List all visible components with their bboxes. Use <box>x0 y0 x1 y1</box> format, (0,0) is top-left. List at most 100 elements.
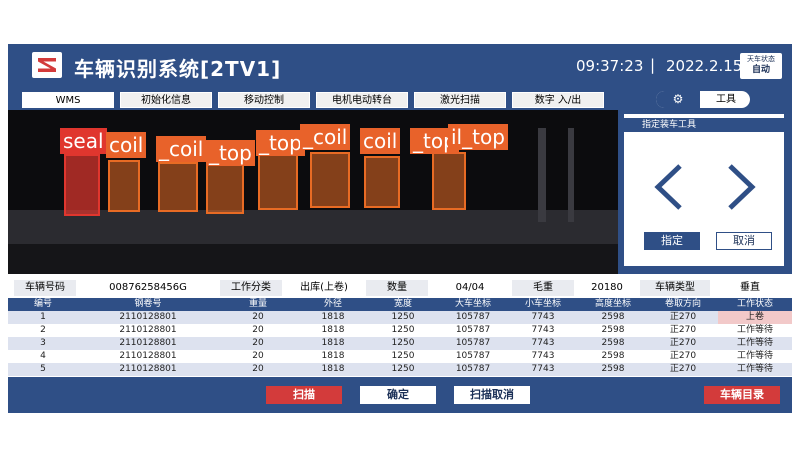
vehicle-no-label: 车辆号码 <box>14 280 76 296</box>
column-header: 大车坐标 <box>454 299 491 309</box>
cell-crane-x: 105787 <box>455 338 491 348</box>
cell-status: 上卷 <box>718 311 792 324</box>
header-separator: | <box>650 56 656 74</box>
cell-height: 2598 <box>601 325 625 335</box>
cell-weight: 20 <box>252 364 264 374</box>
cell-height: 2598 <box>601 364 625 374</box>
column-header: 外径 <box>323 299 342 309</box>
column-header: 卷取方向 <box>664 299 701 309</box>
gross-value: 20180 <box>576 280 638 296</box>
cancel-button[interactable]: 取消 <box>716 232 772 250</box>
cell-weight: 20 <box>252 351 264 361</box>
tab-laser-scan[interactable]: 激光扫描 <box>414 92 506 108</box>
cell-coil-no: 2110128801 <box>119 364 177 374</box>
detection-box-coil <box>158 162 198 212</box>
vehicle-list-button[interactable]: 车辆目录 <box>704 386 780 404</box>
cell-direction: 正270 <box>669 338 697 348</box>
table-header: 编号 钢卷号 重量 外径 宽度 大车坐标 小车坐标 高度坐标 卷取方向 工作状态 <box>8 298 792 311</box>
tab-digital-io[interactable]: 数字 入/出 <box>512 92 604 108</box>
table-row[interactable]: 5 2110128801 20 1818 1250 105787 7743 2598 正270 工… <box>8 363 792 376</box>
detection-label: _coil <box>300 124 351 150</box>
table-row[interactable]: 3 2110128801 20 1818 1250 105787 7743 2598 正270 工… <box>8 337 792 350</box>
chevron-left-icon[interactable] <box>654 164 684 210</box>
detection-label: il_top <box>448 124 508 150</box>
detection-box-top <box>206 164 244 214</box>
cell-weight: 20 <box>252 338 264 348</box>
cell-no: 3 <box>40 338 46 348</box>
detection-box-top <box>432 152 466 210</box>
assign-button[interactable]: 指定 <box>644 232 700 250</box>
tab-motor-turntable[interactable]: 电机电动转台 <box>316 92 408 108</box>
detection-label: coil <box>106 132 147 158</box>
vehicle-type-value: 垂直 <box>712 280 788 296</box>
cell-status: 工作等待 <box>736 364 773 374</box>
tool-select-panel: 指定装车工具 指定 取消 <box>624 114 784 266</box>
cell-outer-diameter: 1818 <box>321 364 345 374</box>
cell-no: 4 <box>40 351 46 361</box>
cell-width: 1250 <box>391 312 415 322</box>
cell-coil-no: 2110128801 <box>119 351 177 361</box>
column-header: 钢卷号 <box>134 299 162 309</box>
truck-frame <box>568 128 574 222</box>
cell-crane-x: 105787 <box>455 351 491 361</box>
cell-crane-x: 105787 <box>455 364 491 374</box>
crane-state-badge: 天车状态 自动 <box>740 53 782 79</box>
qty-label: 数量 <box>366 280 428 296</box>
truck-frame <box>538 128 546 222</box>
date: 2022.2.15 <box>666 57 743 75</box>
cell-width: 1250 <box>391 338 415 348</box>
cell-outer-diameter: 1818 <box>321 312 345 322</box>
logo <box>32 52 62 78</box>
vehicle-no-value: 00876258456G <box>78 280 218 296</box>
table-body: 1 2110128801 20 1818 1250 105787 7743 2598 正270 上… <box>8 311 792 376</box>
page-title: 车辆识别系统[2TV1] <box>74 57 282 81</box>
gear-icon: ⚙ <box>656 91 700 108</box>
tab-move-control[interactable]: 移动控制 <box>218 92 310 108</box>
crane-state-label: 天车状态 <box>747 55 775 63</box>
cell-status: 工作等待 <box>736 338 773 348</box>
cell-trolley-y: 7743 <box>531 325 555 335</box>
confirm-button[interactable]: 确定 <box>360 386 436 404</box>
cell-outer-diameter: 1818 <box>321 338 345 348</box>
tab-init-info[interactable]: 初始化信息 <box>120 92 212 108</box>
cell-weight: 20 <box>252 325 264 335</box>
cell-direction: 正270 <box>669 312 697 322</box>
chevron-right-icon[interactable] <box>726 164 756 210</box>
table-row[interactable]: 4 2110128801 20 1818 1250 105787 7743 2598 正270 工… <box>8 350 792 363</box>
crane-state-value: 自动 <box>751 65 770 75</box>
cell-width: 1250 <box>391 364 415 374</box>
table-row[interactable]: 1 2110128801 20 1818 1250 105787 7743 2598 正270 上… <box>8 311 792 324</box>
cell-trolley-y: 7743 <box>531 338 555 348</box>
panel-title: 指定装车工具 <box>624 118 784 132</box>
cell-trolley-y: 7743 <box>531 312 555 322</box>
detection-label: _coil <box>156 136 207 162</box>
detection-box-top <box>258 150 298 210</box>
work-type-value: 出库(上卷) <box>284 280 364 296</box>
cell-coil-no: 2110128801 <box>119 325 177 335</box>
tools-button[interactable]: ⚙ 工具 <box>656 91 750 108</box>
gross-label: 毛重 <box>512 280 574 296</box>
detection-box-coil <box>364 156 400 208</box>
column-header: 宽度 <box>393 299 412 309</box>
tab-wms[interactable]: WMS <box>22 92 114 108</box>
cell-trolley-y: 7743 <box>531 351 555 361</box>
scan-button[interactable]: 扫描 <box>266 386 342 404</box>
cell-status: 工作等待 <box>736 325 773 335</box>
work-type-label: 工作分类 <box>220 280 282 296</box>
camera-view: seal coil _coil _top _top _coil coil _to… <box>8 110 618 274</box>
coil-table: 编号 钢卷号 重量 外径 宽度 大车坐标 小车坐标 高度坐标 卷取方向 工作状态… <box>8 298 792 376</box>
detection-label: seal <box>60 128 107 154</box>
table-row[interactable]: 2 2110128801 20 1818 1250 105787 7743 2598 正270 工… <box>8 324 792 337</box>
column-header: 高度坐标 <box>594 299 631 309</box>
vehicle-type-label: 车辆类型 <box>640 280 710 296</box>
app-window: 车辆识别系统[2TV1] 09:37:23 | 2022.2.15 天车状态 自… <box>8 44 792 413</box>
logo-mark-icon <box>38 58 56 72</box>
cell-outer-diameter: 1818 <box>321 351 345 361</box>
detection-box-coil <box>108 160 140 212</box>
cell-height: 2598 <box>601 312 625 322</box>
column-header: 小车坐标 <box>524 299 561 309</box>
qty-value: 04/04 <box>430 280 510 296</box>
scan-cancel-button[interactable]: 扫描取消 <box>454 386 530 404</box>
cell-outer-diameter: 1818 <box>321 325 345 335</box>
column-header: 编号 <box>33 299 52 309</box>
